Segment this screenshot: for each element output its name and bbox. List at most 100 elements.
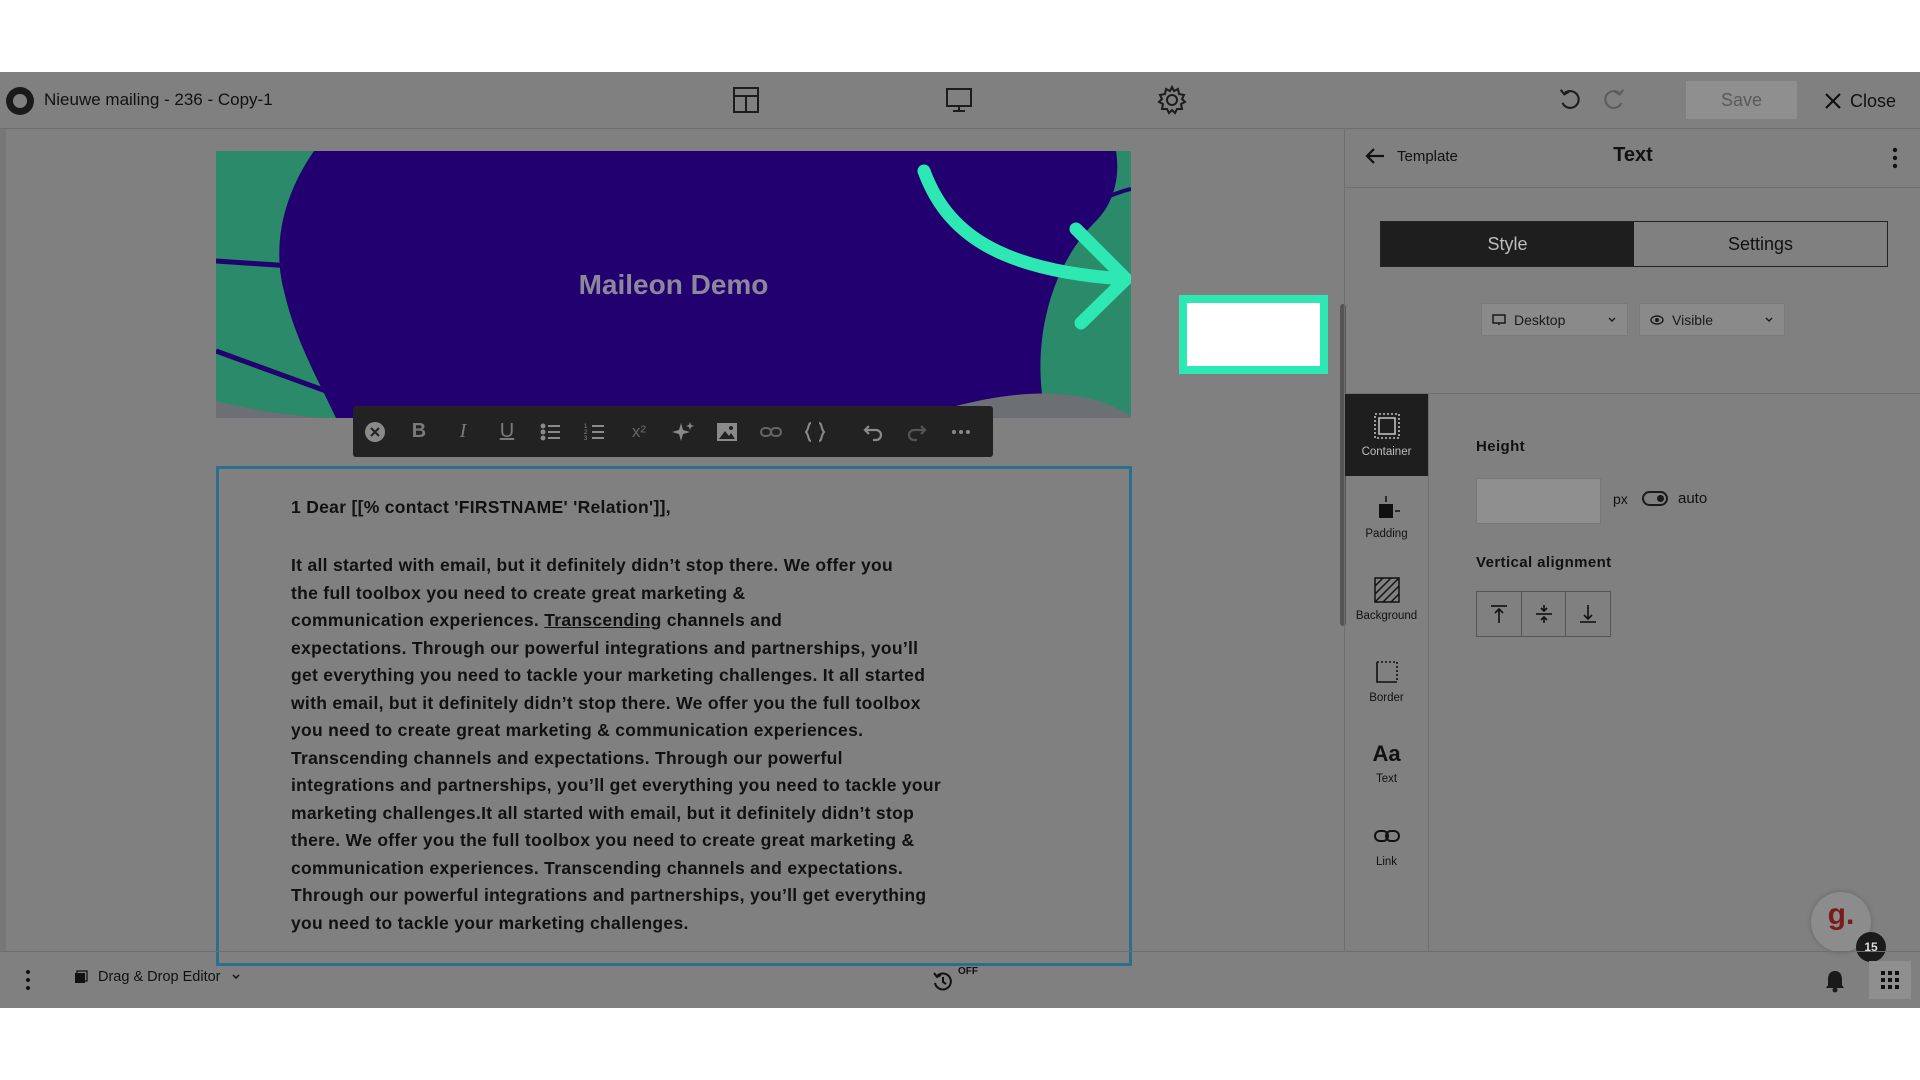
tab-style[interactable]: Style: [1381, 222, 1634, 266]
style-settings-tabs: Style Settings: [1380, 221, 1888, 267]
auto-height-toggle[interactable]: [1642, 491, 1668, 506]
email-canvas: Maileon Demo B I U 123 x² 1 Dear [[% con…: [0, 129, 1346, 966]
background-hatch-icon: [1373, 577, 1400, 603]
align-bottom-button[interactable]: [1566, 592, 1610, 636]
body-line: with email, but it definitely didn’t sto…: [291, 692, 921, 713]
bold-button[interactable]: B: [397, 406, 441, 457]
body-line: expectations. Through our powerful integ…: [291, 637, 919, 658]
sidebar-item-background[interactable]: Background: [1345, 558, 1428, 640]
sidebar-item-text[interactable]: Aa Text: [1345, 722, 1428, 804]
settings-gear-icon[interactable]: [1157, 84, 1187, 115]
panel-title: Text: [1613, 144, 1653, 166]
top-bar: Nieuwe mailing - 236 - Copy-1 Save Close: [0, 72, 1920, 129]
insert-link-button[interactable]: [749, 406, 793, 457]
body-line: you need to tackle your marketing challe…: [291, 912, 689, 933]
undo-arrow-icon: [863, 424, 883, 441]
svg-text:3: 3: [584, 436, 588, 442]
sparkle-icon: [672, 421, 694, 441]
body-line: It all started with email, but it defini…: [291, 555, 893, 575]
toolbar-more-button[interactable]: [939, 406, 983, 457]
annotation-arrow-icon: [917, 164, 1131, 330]
auto-label: auto: [1678, 490, 1708, 507]
autosave-toggle[interactable]: OFF: [932, 964, 982, 996]
height-input[interactable]: [1476, 478, 1601, 524]
numbered-list-button[interactable]: 123: [573, 406, 617, 457]
properties-panel: Template Text Style Settings Desktop Vis…: [1344, 129, 1920, 951]
redo-icon[interactable]: [1600, 85, 1628, 115]
panel-divider: [1345, 393, 1920, 394]
height-unit: px: [1613, 491, 1628, 507]
italic-button[interactable]: I: [441, 406, 485, 457]
sidebar-item-link[interactable]: Link: [1345, 804, 1428, 886]
code-braces-button[interactable]: [793, 406, 837, 457]
property-category-sidebar: Container Padding Background Border Aa T…: [1345, 394, 1429, 951]
more-horizontal-icon: [952, 429, 970, 434]
editor-mode-select[interactable]: Drag & Drop Editor: [74, 969, 241, 985]
text-aa-icon: Aa: [1372, 741, 1401, 766]
italic-icon: I: [459, 420, 467, 442]
bold-icon: B: [411, 420, 427, 442]
superscript-icon: x²: [631, 421, 647, 441]
circle-x-icon: [365, 421, 385, 442]
toolbar-close-button[interactable]: [353, 406, 397, 457]
align-top-icon: [1490, 605, 1507, 623]
editor-app: Nieuwe mailing - 236 - Copy-1 Save Close: [0, 72, 1920, 1008]
close-button[interactable]: Close: [1824, 86, 1896, 116]
underlined-link-word[interactable]: Transcending: [544, 610, 661, 630]
autosave-state: OFF: [958, 966, 978, 977]
body-line: communication experiences. Transcending …: [291, 610, 783, 630]
underline-button[interactable]: U: [485, 406, 529, 457]
align-middle-icon: [1535, 605, 1552, 623]
device-select[interactable]: Desktop: [1481, 303, 1628, 336]
body-line: get everything you need to tackle your m…: [291, 665, 926, 685]
bullet-list-icon: [540, 423, 560, 440]
desktop-preview-icon[interactable]: [944, 85, 974, 115]
align-middle-button[interactable]: [1522, 592, 1567, 636]
ai-assist-button[interactable]: [661, 406, 705, 457]
sidebar-item-padding[interactable]: Padding: [1345, 476, 1428, 558]
toolbar-redo-button[interactable]: [895, 406, 939, 457]
text-block-selected[interactable]: 1 Dear [[% contact 'FIRSTNAME' 'Relation…: [216, 466, 1132, 966]
chevron-down-icon: [231, 974, 240, 980]
insert-image-button[interactable]: [705, 406, 749, 457]
tab-settings[interactable]: Settings: [1634, 222, 1887, 266]
sidebar-item-container[interactable]: Container: [1345, 394, 1428, 476]
bottom-bar: Drag & Drop Editor OFF: [0, 951, 1920, 1008]
body-line: integrations and partnerships, you’ll ge…: [291, 775, 942, 795]
autosave-history-icon: [933, 972, 952, 991]
visibility-select[interactable]: Visible: [1639, 303, 1785, 336]
close-label: Close: [1850, 90, 1897, 111]
apps-grid-button[interactable]: [1869, 961, 1911, 999]
undo-icon[interactable]: [1556, 85, 1584, 115]
layout-grid-icon[interactable]: [731, 85, 761, 115]
notification-bell-icon[interactable]: [1824, 969, 1846, 993]
bullet-list-button[interactable]: [529, 406, 573, 457]
app-logo-icon[interactable]: [6, 87, 34, 115]
toolbar-undo-button[interactable]: [851, 406, 895, 457]
more-vertical-icon[interactable]: [24, 969, 32, 991]
monitor-icon: [1492, 313, 1506, 325]
height-label: Height: [1476, 438, 1526, 455]
align-top-button[interactable]: [1477, 592, 1522, 636]
link-chain-icon: [1373, 830, 1400, 842]
body-paragraph: It all started with email, but it defini…: [291, 552, 1081, 937]
align-bottom-icon: [1580, 605, 1597, 623]
assistant-letter: g.: [1827, 898, 1855, 931]
chevron-down-icon: [1608, 317, 1616, 322]
superscript-button[interactable]: x²: [617, 406, 661, 457]
sidebar-item-border[interactable]: Border: [1345, 640, 1428, 722]
save-button[interactable]: Save: [1686, 81, 1797, 119]
annotation-highlight-box: [1179, 295, 1328, 374]
body-line: communication experiences. Transcending …: [291, 857, 904, 878]
body-line: marketing challenges.It all started with…: [291, 802, 915, 823]
body-line: there. We offer you the full toolbox you…: [291, 830, 915, 850]
image-icon: [717, 422, 737, 441]
more-vertical-icon[interactable]: [1891, 147, 1899, 169]
text-format-toolbar: B I U 123 x²: [353, 406, 993, 457]
border-icon: [1375, 661, 1398, 683]
greeting-line: 1 Dear [[% contact 'FIRSTNAME' 'Relation…: [291, 497, 671, 517]
vertical-alignment-label: Vertical alignment: [1476, 554, 1612, 571]
vertical-alignment-group: [1476, 591, 1611, 637]
hero-banner[interactable]: Maileon Demo: [216, 151, 1131, 418]
close-icon: [1825, 93, 1841, 109]
